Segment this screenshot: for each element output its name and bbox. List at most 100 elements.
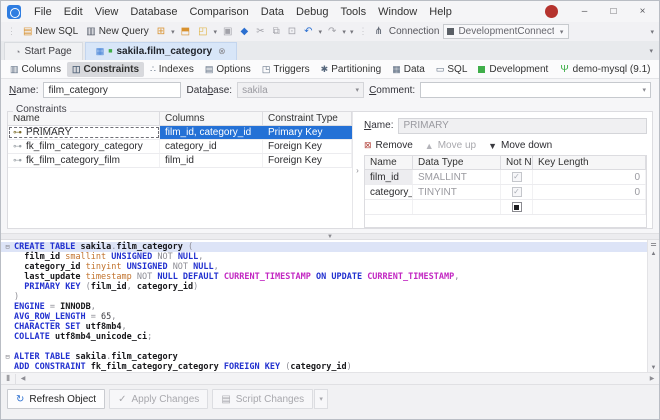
menu-database[interactable]: Database [124,4,183,20]
data-type-cell[interactable] [413,200,501,214]
scroll-up-icon[interactable]: ▲ [651,250,657,258]
constraint-row[interactable]: ⊶ PRIMARY film_id, category_id Primary Key [8,126,352,140]
horizontal-splitter[interactable]: ▼ [1,233,659,240]
menu-window[interactable]: Window [372,4,423,20]
paste-button[interactable]: ⊡ [284,26,300,38]
new-query-button[interactable]: ▥ New Query [82,25,152,38]
scroll-right-icon[interactable]: ▶ [645,375,659,382]
subtab-triggers[interactable]: ◳ Triggers [257,62,315,77]
checked-checkbox-icon[interactable]: ✓ [511,187,522,197]
column-name-cell[interactable]: film_id [365,170,413,184]
new-object-button[interactable]: ⬒ [177,26,194,38]
move-down-button[interactable]: ▼ Move down [488,140,552,151]
save-button[interactable]: ▣ [219,26,236,38]
not-null-cell[interactable]: ✓ [501,170,533,184]
undo-button[interactable]: ↶ [300,26,316,38]
sql-line[interactable]: PRIMARY KEY (film_id, category_id) [1,282,647,292]
connection-select[interactable]: DevelopmentConnection ▾ [443,24,570,39]
indeterminate-checkbox-icon[interactable] [511,202,522,212]
detail-row[interactable]: category_idTINYINT ✓ 0 [365,185,646,200]
sql-line[interactable] [1,342,647,352]
fold-toggle-icon[interactable]: ⊟ [1,242,14,252]
redo-button[interactable]: ↷ [324,26,340,38]
sql-line[interactable]: AVG_ROW_LENGTH = 65, [1,312,647,322]
doc-tab[interactable]: ◔ Start Page [4,42,83,60]
server-badge[interactable]: Ψ demo-mysql (9.1) [555,62,655,77]
script-changes-button[interactable]: ▤ Script Changes [212,389,314,409]
data-type-cell[interactable]: TINYINT [413,185,501,199]
database-select[interactable]: sakila ▾ [237,82,365,98]
column-name-cell[interactable]: category_id [365,185,413,199]
cut-button[interactable]: ✂ [252,26,268,38]
menu-debug[interactable]: Debug [290,4,334,20]
new-table-caret-icon[interactable]: ▾ [169,28,177,36]
column-name-cell[interactable] [365,200,413,214]
scrollbar-splitter-grip-icon[interactable]: ⚌ [650,240,656,250]
sql-line[interactable]: film_id smallint UNSIGNED NOT NULL, [1,252,647,262]
subtab-sql[interactable]: ▭ SQL [431,62,473,77]
menu-file[interactable]: File [28,4,58,20]
redo-caret-icon[interactable]: ▾ [340,28,348,36]
data-type-cell[interactable]: SMALLINT [413,170,501,184]
hsplit-widget-icon[interactable]: ⫴ [1,373,16,384]
constraint-row[interactable]: ⊶ fk_film_category_category category_id For… [8,140,352,154]
sql-vertical-scrollbar[interactable]: ⚌ ▲ ▼ [647,240,659,372]
sql-line[interactable]: ADD CONSTRAINT fk_film_category_category… [1,362,647,372]
constraint-columns-cell[interactable]: film_id [160,154,263,167]
detail-row[interactable]: film_id SMALLINT ✓ 0 [365,170,646,185]
export-button[interactable]: ◆ [237,26,253,38]
sql-line[interactable]: ) [1,292,647,302]
menu-edit[interactable]: Edit [58,4,89,20]
comment-input[interactable]: ▾ [420,82,651,98]
refresh-object-button[interactable]: ↻ Refresh Object [7,389,106,409]
menu-comparison[interactable]: Comparison [183,4,254,20]
constraint-type-cell[interactable]: Foreign Key [263,140,352,153]
fold-toggle-icon[interactable]: ⊟ [1,352,14,362]
key-length-cell[interactable]: 0 [533,170,646,184]
subtab-partitioning[interactable]: ✱ Partitioning [316,62,387,77]
copy-button[interactable]: ⧉ [269,26,284,38]
not-null-cell[interactable]: ✓ [501,185,533,199]
environment-badge[interactable]: Development [473,62,553,77]
new-sql-button[interactable]: ▤ New SQL [19,25,82,38]
sql-line[interactable]: ⊟ ALTER TABLE sakila. film_category [1,352,647,362]
sql-code-editor[interactable]: ⊟ CREATE TABLE sakila. film_category ( fil… [1,240,647,372]
checked-checkbox-icon[interactable]: ✓ [511,172,522,182]
detail-row[interactable] [365,200,646,215]
apply-changes-button[interactable]: ✓ Apply Changes [109,389,209,409]
doc-tab[interactable]: ▦ ■ sakila.film_category ⊗ [84,42,237,60]
constraint-type-cell[interactable]: Primary Key [263,126,352,139]
user-avatar[interactable] [545,5,558,18]
subtab-indexes[interactable]: ∴ Indexes [145,62,199,77]
scroll-down-icon[interactable]: ▼ [651,364,657,372]
constraint-columns-cell[interactable]: category_id [160,140,263,153]
sql-horizontal-scrollbar[interactable]: ⫴ ◀ ▶ [1,372,659,384]
remove-button[interactable]: ⊠ Remove [364,140,413,151]
sql-line[interactable]: CHARACTER SET utf8mb4, [1,322,647,332]
move-up-button[interactable]: ▲ Move up [425,140,476,151]
menu-tools[interactable]: Tools [334,4,372,20]
constraint-columns-cell[interactable]: film_id, category_id [160,126,263,139]
open-caret-icon[interactable]: ▾ [212,28,220,36]
sql-line[interactable]: category_id tinyint UNSIGNED NOT NULL, [1,262,647,272]
sql-line[interactable]: last_update timestamp NOT NULL DEFAULT C… [1,272,647,282]
constraint-row[interactable]: ⊶ fk_film_category_film film_id Foreign Key [8,154,352,168]
maximize-button[interactable]: □ [599,6,628,17]
toolbar-overflow-icon[interactable]: ▾ [648,28,656,36]
key-length-cell[interactable] [533,200,646,214]
sql-line[interactable]: ⊟ CREATE TABLE sakila. film_category ( [1,242,647,252]
constraint-name-cell[interactable]: ⊶ fk_film_category_film [8,154,160,167]
subtab-data[interactable]: ▦ Data [387,62,430,77]
minimize-button[interactable]: – [570,6,599,17]
constraint-name-cell[interactable]: ⊶ PRIMARY [8,126,160,139]
tab-list-caret-icon[interactable]: ▾ [649,47,653,55]
new-table-button[interactable]: ⊞ [153,26,169,38]
menu-help[interactable]: Help [423,4,458,20]
detail-name-input[interactable]: PRIMARY [398,117,647,134]
open-button[interactable]: ◰ [194,26,211,38]
subtab-columns[interactable]: ▥ Columns [5,62,66,77]
connection-tool-button[interactable]: ⋔ [370,26,386,38]
key-length-cell[interactable]: 0 [533,185,646,199]
panel-splitter[interactable]: › [353,112,362,228]
history-caret-icon[interactable]: ▾ [348,28,356,36]
